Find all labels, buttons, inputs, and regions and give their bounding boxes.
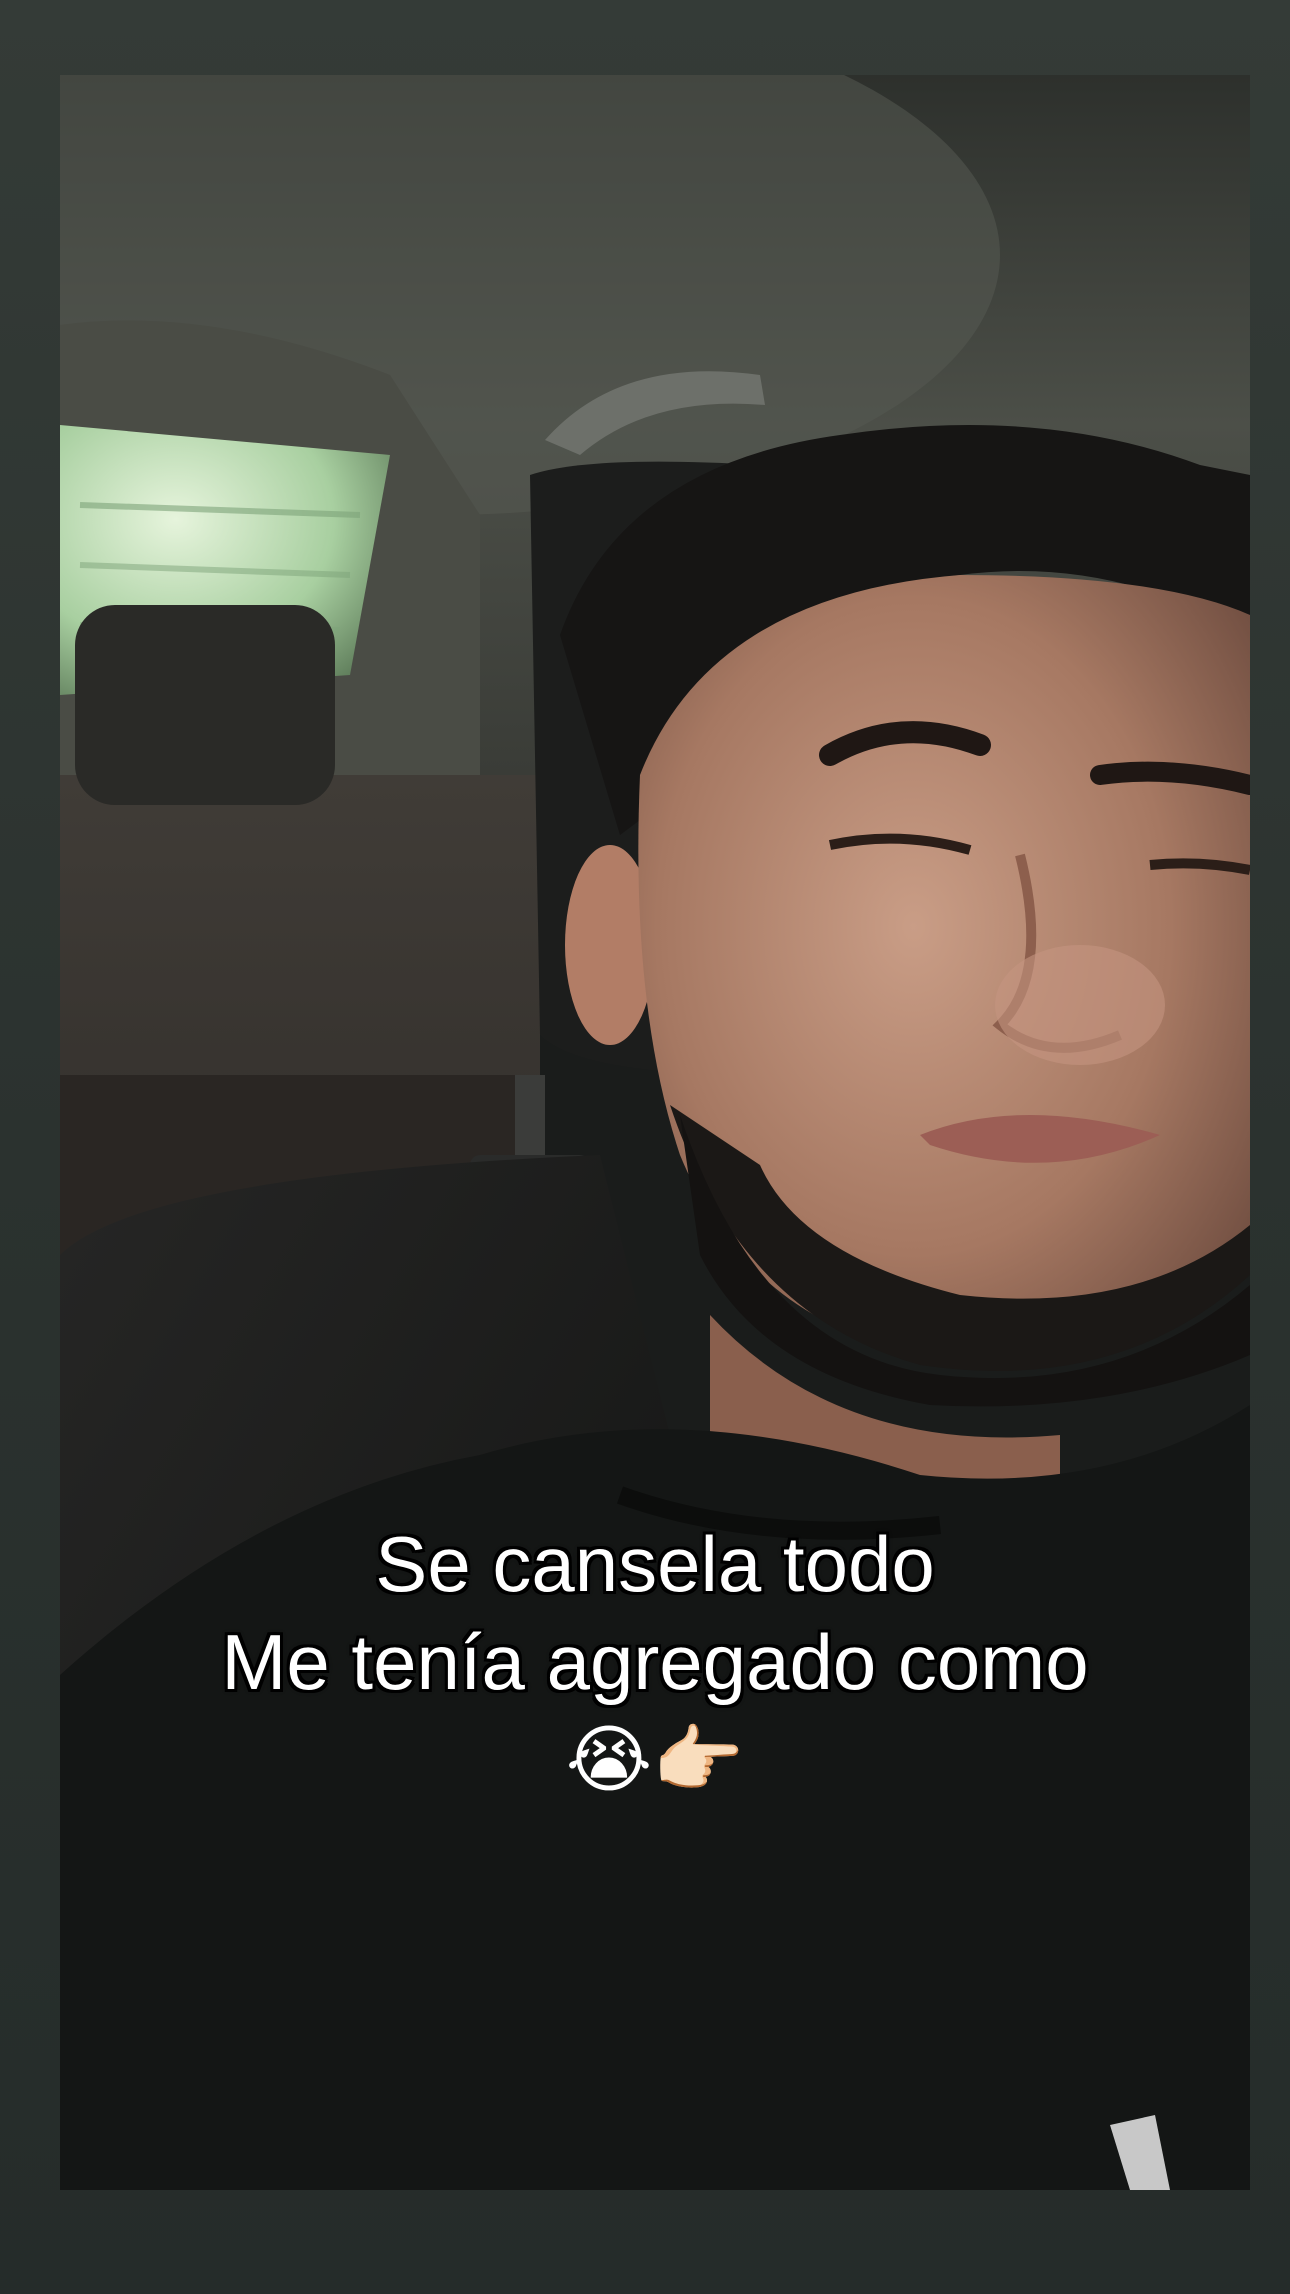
caption-line-2: Me tenía agregado como <box>220 1617 1089 1707</box>
video-caption: Se cansela todo Me tenía agregado como 😭… <box>60 1515 1250 1809</box>
selfie-photo <box>60 75 1250 2190</box>
video-frame[interactable]: Se cansela todo Me tenía agregado como 😭… <box>60 75 1250 2190</box>
caption-line-1: Se cansela todo <box>374 1519 935 1609</box>
crying-pointing-emoji-icon: 😭👉🏻 <box>565 1717 745 1803</box>
